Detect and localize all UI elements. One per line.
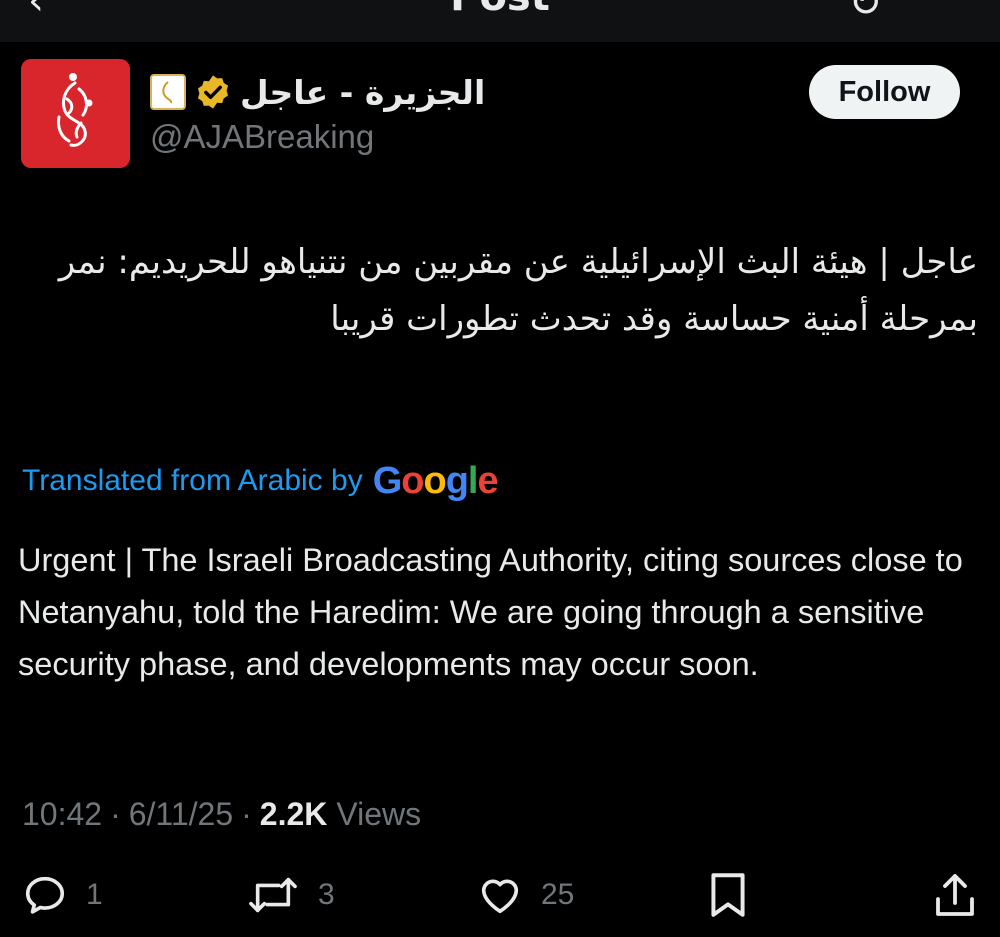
affiliate-logo-icon: [150, 74, 186, 110]
repost-icon: [249, 877, 297, 913]
bookmark-button[interactable]: [706, 864, 750, 926]
heart-icon: [481, 879, 519, 914]
author-name-row: الجزيرة - عاجل: [150, 64, 485, 120]
al-jazeera-logo-icon: [57, 73, 93, 147]
google-logo: Google: [372, 459, 499, 502]
post-date[interactable]: 6/11/25: [129, 796, 233, 833]
translation-notice[interactable]: Translated from Arabic by Google: [22, 458, 499, 504]
reply-icon: [25, 876, 65, 914]
views-count: 2.2K: [259, 795, 328, 832]
author-handle[interactable]: @AJABreaking: [150, 118, 374, 156]
reply-button[interactable]: 1: [22, 864, 103, 926]
repost-count: 3: [318, 878, 335, 911]
separator: ·: [110, 795, 121, 832]
post-text-translated: Urgent | The Israeli Broadcasting Author…: [18, 542, 963, 682]
share-icon: [936, 874, 974, 916]
post-text-arabic: عاجل | هيئة البث الإسرائيلية عن مقربين م…: [58, 242, 978, 339]
verified-badge-icon: [197, 75, 229, 109]
like-count: 25: [541, 878, 575, 911]
share-button[interactable]: [933, 864, 977, 926]
translated-label: Translated from Arabic by: [22, 464, 363, 497]
post-time[interactable]: 10:42: [22, 796, 102, 833]
like-button[interactable]: 25: [477, 864, 574, 926]
bookmark-icon: [711, 873, 745, 917]
top-bar: ‹ Post ↻: [0, 0, 1000, 42]
avatar[interactable]: [21, 59, 130, 168]
author-display-name[interactable]: الجزيرة - عاجل: [240, 73, 485, 112]
refresh-icon[interactable]: ↻: [848, 0, 882, 26]
views-label: Views: [336, 795, 422, 832]
post-metadata: 10:42 · 6/11/25 · 2.2K Views: [22, 790, 421, 838]
separator: ·: [241, 795, 252, 832]
action-bar: 1 3 25: [0, 864, 1000, 926]
reply-count: 1: [86, 878, 103, 911]
follow-button[interactable]: Follow: [809, 65, 960, 119]
repost-button[interactable]: 3: [246, 864, 335, 926]
